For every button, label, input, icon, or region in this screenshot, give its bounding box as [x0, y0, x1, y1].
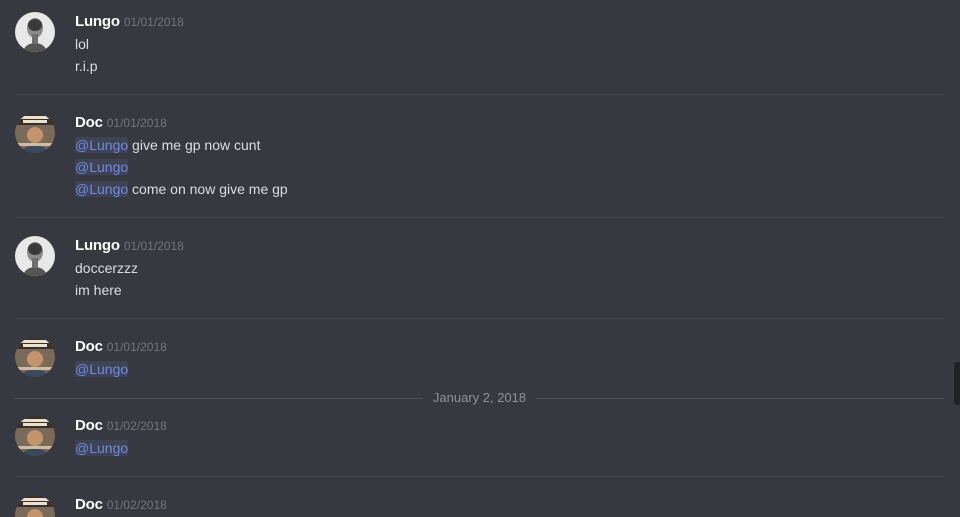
message-timestamp: 01/01/2018 [123, 15, 184, 29]
message-author[interactable]: Lungo [75, 13, 120, 30]
doc-avatar-icon[interactable] [15, 113, 55, 153]
message-timestamp: 01/02/2018 [106, 419, 167, 433]
message-divider [15, 318, 944, 319]
user-mention[interactable]: @Lungo [75, 181, 129, 197]
doc-avatar-icon[interactable] [15, 337, 55, 377]
message-text: @Lungo [75, 359, 129, 379]
user-mention[interactable]: @Lungo [75, 440, 129, 456]
scrollbar-thumb[interactable] [954, 362, 960, 405]
user-mention[interactable]: @Lungo [75, 159, 129, 175]
message-text: @Lungo [75, 438, 129, 458]
doc-avatar-icon[interactable] [15, 495, 55, 517]
message-text: @Lungo come on now give me gp [75, 179, 288, 199]
message-text: @Lungo give me gp now cunt [75, 135, 260, 155]
message-timestamp: 01/01/2018 [106, 340, 167, 354]
message-divider [15, 476, 944, 477]
message-text: lol [75, 36, 90, 52]
message-author[interactable]: Doc [75, 496, 103, 513]
message-text: @Lungo [75, 157, 129, 177]
date-separator-label: January 2, 2018 [422, 390, 537, 405]
message-author[interactable]: Lungo [75, 237, 120, 254]
message-text: doccerzzz [75, 260, 139, 276]
message-timestamp: 01/01/2018 [123, 239, 184, 253]
message-divider [15, 217, 944, 218]
message-text: im here [75, 282, 122, 298]
message-timestamp: 01/01/2018 [106, 116, 167, 130]
doc-avatar-icon[interactable] [15, 416, 55, 456]
lungo-avatar-icon[interactable] [15, 236, 55, 276]
message-divider [15, 94, 944, 95]
user-mention[interactable]: @Lungo [75, 137, 129, 153]
message-author[interactable]: Doc [75, 417, 103, 434]
message-timestamp: 01/02/2018 [106, 498, 167, 512]
user-mention[interactable]: @Lungo [75, 361, 129, 377]
message-text-content: come on now give me gp [128, 181, 288, 197]
message-author[interactable]: Doc [75, 338, 103, 355]
message-author[interactable]: Doc [75, 114, 103, 131]
lungo-avatar-icon[interactable] [15, 12, 55, 52]
date-separator: January 2, 2018 [15, 388, 944, 408]
chat-messages: Lungo 01/01/2018 lol r.i.p Doc 01/01/2018 … [0, 0, 960, 517]
message-text: r.i.p [75, 58, 98, 74]
message-text-content: give me gp now cunt [128, 137, 261, 153]
